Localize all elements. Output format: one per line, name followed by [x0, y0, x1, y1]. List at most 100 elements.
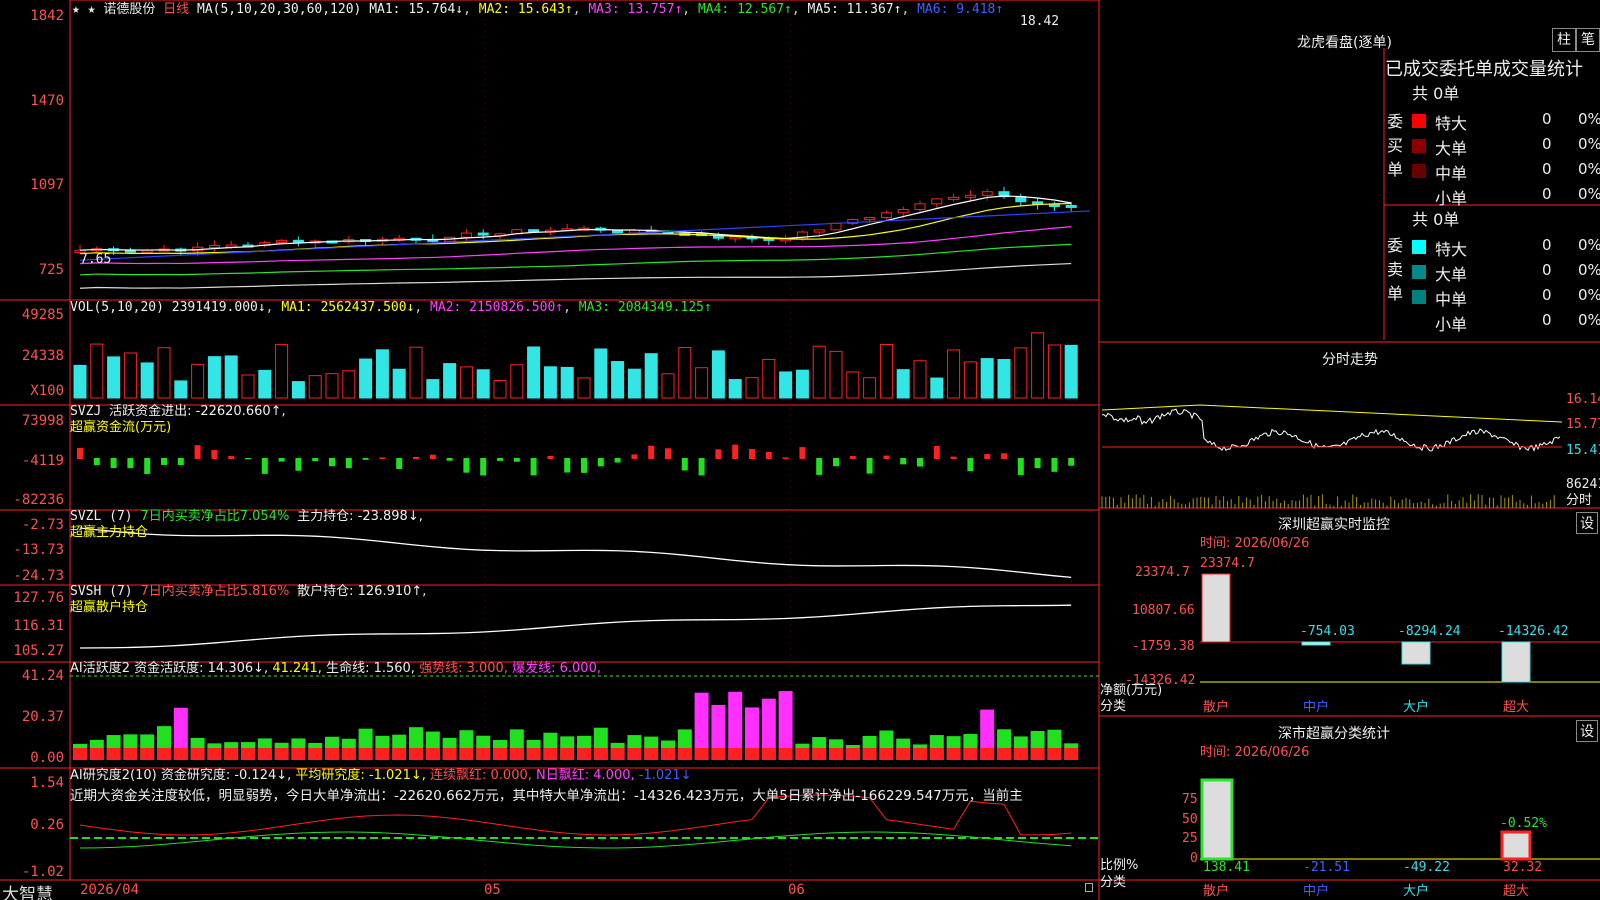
volume-bar	[258, 369, 272, 399]
sell-row-pct: 0%	[1578, 311, 1600, 329]
vol-ma1: MA1: 2562437.500↓	[281, 300, 415, 315]
volume-bar	[123, 352, 137, 399]
sz-monitor-title: 深圳超赢实时监控	[1278, 517, 1390, 533]
candle-body	[276, 239, 288, 243]
svsh-tick: 105.27	[13, 643, 64, 659]
activity-base	[862, 748, 877, 760]
fund-flow-bar	[245, 458, 251, 460]
candle-body	[864, 216, 876, 221]
volume-bar	[1031, 332, 1045, 399]
volume-bar	[1064, 344, 1078, 399]
fund-flow-bar	[614, 458, 621, 463]
vol-tick: 49285	[21, 307, 64, 323]
activity-base	[644, 748, 659, 760]
activity-base	[123, 748, 138, 760]
activity-base	[761, 748, 776, 760]
ma2-value: MA2: 15.643↑	[478, 2, 573, 17]
candle-body	[914, 203, 926, 211]
ai1-value2: 41.241,	[272, 661, 322, 676]
activity-base	[577, 748, 591, 760]
buy-orders-label: 委买单	[1387, 112, 1404, 179]
activity-base	[560, 748, 575, 760]
fl-cat-retail: 散户	[1203, 884, 1230, 899]
sz-settings-button[interactable]: 设	[1576, 512, 1598, 534]
sell-row-count: 0	[1542, 286, 1552, 304]
volume-bar	[527, 346, 541, 399]
price-tick: 1097	[30, 177, 64, 193]
buy-row-name: 小单	[1435, 189, 1468, 208]
volume-bar	[711, 350, 725, 399]
svzl-tick: -24.73	[13, 568, 64, 584]
activity-base	[442, 748, 457, 760]
x-tick-may: 05	[484, 882, 501, 898]
volume-bar	[863, 377, 877, 399]
volume-bar	[375, 349, 389, 399]
volume-bar	[140, 362, 154, 399]
volume-bar	[728, 379, 742, 399]
sell-swatch	[1412, 290, 1426, 304]
activity-base	[812, 748, 827, 760]
volume-bar	[930, 377, 944, 399]
svzl-value: 主力持仓: -23.898↓,	[297, 509, 423, 524]
activity-base	[980, 748, 995, 760]
sz-tick-2: -1759.38	[1132, 639, 1195, 654]
volume-bar	[644, 353, 658, 399]
ai1-strong: 强势线: 3.000,	[419, 661, 508, 676]
volume-bar	[1047, 344, 1061, 399]
buy-row-pct: 0%	[1578, 185, 1600, 203]
activity-base	[694, 748, 709, 760]
star-icon[interactable]: ★ ★	[72, 2, 95, 17]
volume-bar	[997, 359, 1011, 399]
main-chart-canvas[interactable]	[0, 0, 1600, 900]
ai2-header: AI研究度2(10) 资金研究度: -0.124↓, 平均研究度: -1.021…	[70, 768, 692, 784]
activity-base	[341, 748, 356, 760]
bar-mode-button[interactable]: 柱	[1552, 28, 1576, 52]
fund-flow-bar	[513, 458, 520, 462]
activity-base	[73, 748, 87, 760]
volume-bar	[291, 381, 305, 399]
symbol-name[interactable]: 诺德股份	[103, 2, 155, 17]
fund-flow-bar	[379, 457, 386, 459]
sell-row-name: 特大	[1435, 240, 1468, 259]
fund-flow-bar	[547, 455, 554, 459]
sell-orders-label: 委卖单	[1387, 236, 1404, 303]
volume-bar	[476, 369, 490, 399]
volume-bar	[829, 350, 843, 399]
candle-body	[931, 198, 943, 205]
sell-row-count: 0	[1542, 311, 1552, 329]
fl-cat-mid: 中户	[1303, 884, 1330, 899]
candle-body	[729, 236, 741, 240]
buy-row-count: 0	[1542, 135, 1552, 153]
buy-swatch	[1412, 114, 1426, 128]
buy-swatch	[1412, 164, 1426, 178]
ma4-value: MA4: 12.567↑	[697, 2, 792, 17]
ai1-tick: 20.37	[21, 709, 64, 725]
fs-tick-low: 15.41	[1566, 443, 1600, 458]
activity-base	[829, 748, 843, 760]
lock-icon[interactable]	[1085, 883, 1093, 892]
fund-flow-bar	[799, 447, 806, 459]
activity-base	[913, 748, 927, 760]
activity-base	[543, 748, 558, 760]
period-label[interactable]: 日线	[163, 2, 189, 17]
classify-settings-button[interactable]: 设	[1576, 720, 1598, 742]
fund-flow-bar	[917, 458, 923, 467]
volume-bar	[879, 344, 893, 399]
candle-body	[477, 232, 489, 236]
svzj-header: SVZJ 活跃资金进出: -22620.660↑,	[70, 404, 286, 420]
fl-value-large: -49.22	[1403, 860, 1450, 875]
sz-value-retail: 23374.7	[1200, 556, 1255, 571]
fund-flow-bar	[816, 458, 823, 475]
sell-row-pct: 0%	[1578, 236, 1600, 254]
ma3-value: MA3: 13.757↑	[588, 2, 683, 17]
fund-flow-bar	[278, 458, 285, 462]
svsh-label: SVSH (7)	[70, 584, 133, 599]
fund-flow-bar	[144, 458, 151, 474]
volume-bar	[224, 355, 238, 399]
sz-bar-xl	[1501, 641, 1531, 683]
candle-body	[528, 229, 540, 233]
fund-flow-bar	[127, 458, 134, 469]
volume-bar	[745, 377, 759, 399]
activity-base	[106, 748, 121, 760]
tick-mode-button[interactable]: 笔	[1576, 28, 1600, 52]
